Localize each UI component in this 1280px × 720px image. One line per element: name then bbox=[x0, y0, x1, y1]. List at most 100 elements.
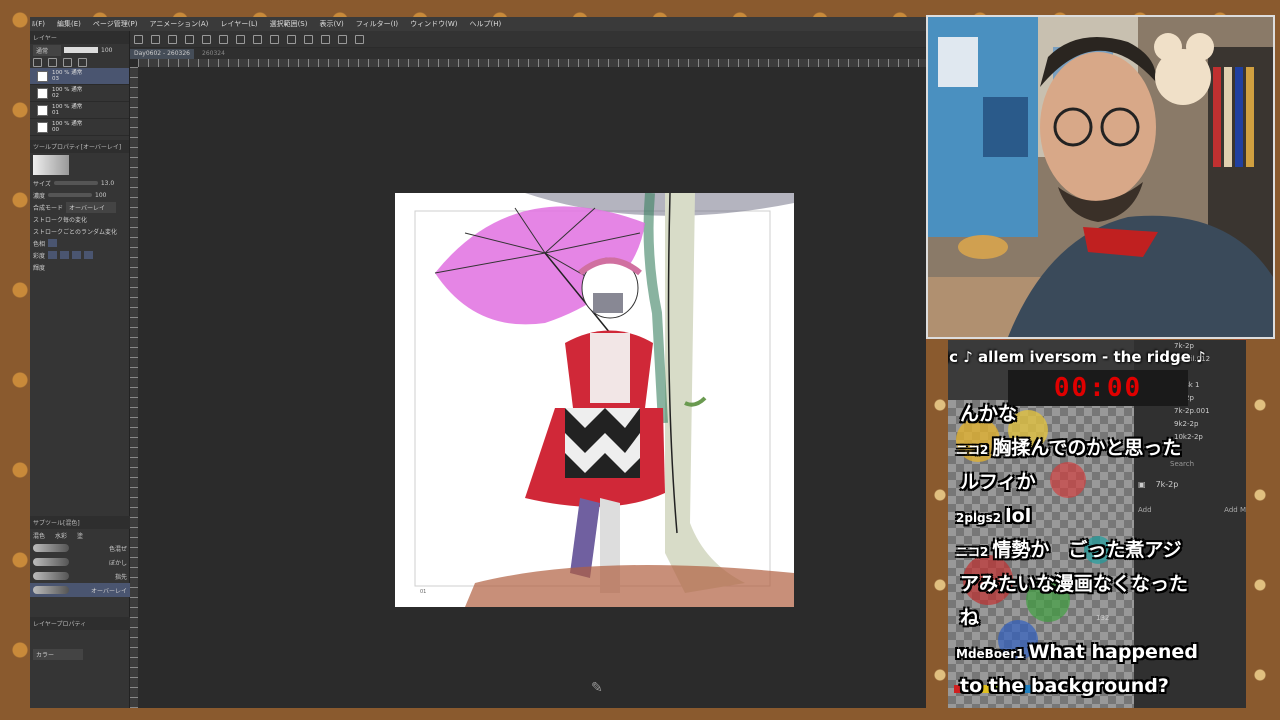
tab-mix[interactable]: 混色 bbox=[33, 531, 45, 540]
sat-swatch[interactable] bbox=[60, 251, 70, 259]
sat-swatch[interactable] bbox=[48, 251, 58, 259]
menu-layer[interactable]: レイヤー(L) bbox=[220, 19, 257, 29]
chat-message: ニコ2 情勢か ごった煮アジ bbox=[948, 534, 1246, 568]
open-icon[interactable] bbox=[151, 34, 160, 44]
opacity-slider[interactable] bbox=[64, 47, 98, 53]
edit-icon[interactable] bbox=[355, 34, 364, 44]
undo-icon[interactable] bbox=[185, 34, 194, 44]
layer-row[interactable]: 100 % 通常 02 bbox=[30, 85, 129, 102]
subtool-item[interactable]: オーバーレイ bbox=[30, 583, 130, 597]
val-label: 輝度 bbox=[33, 264, 46, 272]
layer-name: 03 bbox=[52, 76, 59, 82]
menu-bar: ﾙ(F) 編集(E) ページ管理(P) アニメーション(A) レイヤー(L) 選… bbox=[30, 17, 926, 31]
subtool-item[interactable]: 指先 bbox=[30, 569, 130, 583]
check-icon[interactable] bbox=[338, 34, 347, 44]
layer-controls: 通常 100 bbox=[30, 44, 129, 56]
svg-text:01: 01 bbox=[420, 589, 426, 595]
layer-row[interactable]: 100 % 通常 03 bbox=[30, 68, 129, 85]
webcam-image bbox=[928, 17, 1273, 337]
mode-select[interactable]: オーバーレイ bbox=[66, 201, 117, 213]
subtool-item[interactable]: 色混ぜ bbox=[30, 541, 130, 555]
layer-thumbnail bbox=[37, 104, 48, 116]
tab-watercolor[interactable]: 水彩 bbox=[55, 531, 67, 540]
chat-message: 2plgs2 lol bbox=[948, 500, 1246, 534]
vertical-ruler bbox=[130, 67, 138, 708]
mode-label: 合成モード bbox=[33, 204, 64, 212]
subtool-label: 色混ぜ bbox=[108, 545, 127, 553]
blend-row: 合成モード オーバーレイ bbox=[30, 201, 129, 213]
density-slider[interactable] bbox=[48, 193, 93, 197]
chat-text: What happened bbox=[1028, 641, 1198, 663]
menu-window[interactable]: ウィンドウ(W) bbox=[410, 19, 457, 29]
document-tabs: Day0602 - 260326 260324 bbox=[130, 48, 926, 59]
stroke-preview bbox=[33, 558, 69, 566]
density-value: 100 bbox=[95, 191, 107, 199]
chat-text: to the background? bbox=[960, 675, 1169, 697]
menu-file[interactable]: ﾙ(F) bbox=[32, 19, 45, 29]
redo-icon[interactable] bbox=[202, 34, 211, 44]
layer-toolbar bbox=[30, 56, 129, 68]
stroke-change-label[interactable]: ストローク毎の変化 bbox=[30, 213, 129, 225]
stroke-preview bbox=[33, 572, 69, 580]
density-label: 濃度 bbox=[33, 192, 46, 200]
menu-edit[interactable]: 編集(E) bbox=[57, 19, 81, 29]
subtool-label: 指先 bbox=[114, 573, 127, 581]
chat-text: lol bbox=[1005, 505, 1032, 527]
chat-text: 胸揉んでのかと思った bbox=[992, 437, 1182, 459]
mask-icon[interactable] bbox=[78, 57, 87, 67]
clear-icon[interactable] bbox=[219, 34, 228, 44]
layer-thumbnail bbox=[37, 121, 48, 133]
cursor-icon: ✎ bbox=[591, 680, 603, 696]
layer-row[interactable]: 100 % 通常 00 bbox=[30, 119, 129, 136]
clip-icon[interactable] bbox=[48, 57, 57, 67]
hue-swatch[interactable] bbox=[48, 239, 58, 247]
sat-swatch[interactable] bbox=[72, 251, 82, 259]
size-label: サイズ bbox=[33, 180, 51, 188]
fill-icon[interactable] bbox=[236, 34, 245, 44]
drawing-canvas[interactable]: 01 bbox=[395, 193, 794, 607]
webcam-feed bbox=[926, 15, 1275, 339]
subtool-item[interactable]: ぼかし bbox=[30, 555, 130, 569]
subtool-tabs: 混色 水彩 塗 bbox=[30, 529, 130, 541]
chat-message: ね bbox=[948, 602, 1246, 636]
artwork: 01 bbox=[395, 193, 794, 607]
transform-icon[interactable] bbox=[253, 34, 262, 44]
ruler-icon[interactable] bbox=[304, 34, 313, 44]
menu-selection[interactable]: 選択範囲(S) bbox=[270, 19, 308, 29]
chat-author: MdeBoer1 bbox=[956, 647, 1025, 661]
chat-author: 2plgs2 bbox=[956, 511, 1002, 525]
chat-message: to the background? bbox=[948, 670, 1246, 704]
layer-property-title: レイヤープロパティ bbox=[30, 617, 130, 630]
stroke-random-label[interactable]: ストロークごとのランダム変化 bbox=[30, 225, 129, 237]
menu-animation[interactable]: アニメーション(A) bbox=[149, 19, 208, 29]
save-icon[interactable] bbox=[168, 34, 177, 44]
layer-thumbnail bbox=[37, 87, 48, 99]
sat-swatch[interactable] bbox=[84, 251, 94, 259]
crop-icon[interactable] bbox=[287, 34, 296, 44]
menu-page[interactable]: ページ管理(P) bbox=[93, 19, 138, 29]
chat-text: アみたいな漫画なくなった bbox=[960, 573, 1189, 595]
menu-help[interactable]: ヘルプ(H) bbox=[470, 19, 502, 29]
layer-row[interactable]: 100 % 通常 01 bbox=[30, 102, 129, 119]
chat-message: ルフィか bbox=[948, 466, 1246, 500]
color-select[interactable]: カラー bbox=[33, 648, 83, 660]
size-slider[interactable] bbox=[53, 181, 98, 185]
subtool-panel: サブツール[混色] 混色 水彩 塗 色混ぜ ぼかし 指先 オーバーレイ レイヤー… bbox=[30, 516, 130, 660]
menu-view[interactable]: 表示(V) bbox=[319, 19, 343, 29]
layer-name: 02 bbox=[52, 93, 59, 99]
blend-mode-select[interactable]: 通常 bbox=[33, 44, 61, 56]
ref-icon[interactable] bbox=[63, 57, 72, 67]
new-icon[interactable] bbox=[134, 34, 143, 44]
tab-paint[interactable]: 塗 bbox=[77, 531, 83, 540]
pen-icon[interactable] bbox=[321, 34, 330, 44]
chat-message: ニコ2 胸揉んでのかと思った bbox=[948, 432, 1246, 466]
horizontal-ruler bbox=[138, 59, 926, 67]
menu-filter[interactable]: フィルター(I) bbox=[356, 19, 398, 29]
lock-icon[interactable] bbox=[33, 57, 42, 67]
chat-text: んかな bbox=[960, 403, 1018, 425]
tab-260324[interactable]: 260324 bbox=[198, 49, 229, 59]
tab-day0602[interactable]: Day0602 - 260326 bbox=[130, 48, 195, 59]
chat-text: ルフィか bbox=[960, 471, 1036, 493]
brush-preview bbox=[33, 155, 69, 175]
deselect-icon[interactable] bbox=[270, 34, 279, 44]
